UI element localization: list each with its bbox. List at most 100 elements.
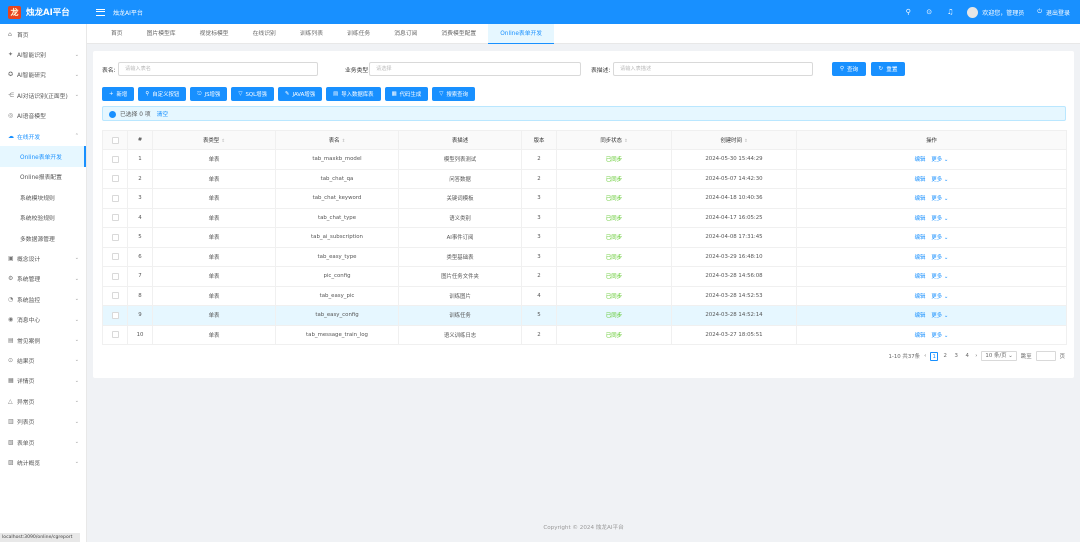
table-row[interactable]: 8 单表 tab_easy_pic 训练图片 4 已同步 2024-03-28 14:52:… — [102, 286, 1067, 306]
toolbar-button[interactable]: ▤ 导入数据库表 — [326, 87, 381, 101]
help-icon[interactable]: ⊙ — [925, 8, 933, 16]
page-size-select[interactable]: 10 条/页 ⌄ — [981, 351, 1017, 361]
sidebar-item[interactable]: ◔ 系统监控 ⌄ — [0, 289, 86, 309]
edit-link[interactable]: 编辑 — [915, 196, 926, 202]
table-name-input[interactable]: 请输入表名 — [118, 62, 318, 76]
sidebar-item[interactable]: ◎ AI语音模型 — [0, 106, 86, 126]
tab-item[interactable]: Online表单开发 — [488, 23, 555, 44]
jump-input[interactable] — [1035, 351, 1056, 361]
sidebar-item[interactable]: △ 异常页 ⌄ — [0, 391, 86, 411]
toolbar-button[interactable]: + 新增 — [102, 87, 135, 101]
column-header[interactable] — [102, 130, 128, 150]
tab-item[interactable]: 训练列表 — [288, 24, 335, 44]
row-checkbox[interactable] — [111, 272, 119, 280]
table-row[interactable]: 10 单表 tab_message_train_log 语义训练日志 2 已同步 2024-… — [102, 325, 1067, 345]
table-row[interactable]: 1 单表 tab_maxkb_model 模型列表测试 2 已同步 2024-05-30 1… — [102, 149, 1067, 170]
table-desc-input[interactable]: 请输入表描述 — [613, 62, 813, 76]
sidebar-item[interactable]: ⚙ 系统管理 ⌄ — [0, 269, 86, 289]
row-checkbox[interactable] — [111, 292, 119, 300]
edit-link[interactable]: 编辑 — [915, 255, 926, 261]
more-dropdown[interactable]: 更多 ⌄ — [931, 196, 948, 202]
toolbar-button[interactable]: ▽ 搜索查询 — [432, 87, 475, 101]
sidebar-item[interactable]: ▤ 常见案例 ⌄ — [0, 330, 86, 350]
sidebar-subitem[interactable]: 多数据源管理 — [0, 228, 86, 248]
logout-button[interactable]: ⏻ 退出登录 — [1037, 8, 1070, 17]
table-row[interactable]: 2 单表 tab_chat_qa 问答数据 2 已同步 2024-05-07 14:42:3… — [102, 169, 1067, 189]
more-dropdown[interactable]: 更多 ⌄ — [931, 333, 948, 339]
sidebar-item[interactable]: ✦ AI智能识别 ⌄ — [0, 44, 86, 64]
table-row[interactable]: 3 单表 tab_chat_keyword 关键词模板 3 已同步 2024-04-18 1… — [102, 188, 1067, 209]
sidebar-subitem[interactable]: 系统校验规则 — [0, 208, 86, 228]
row-checkbox[interactable] — [111, 331, 119, 339]
table-row[interactable]: 7 单表 pic_config 图片任务文件夹 2 已同步 2024-03-28 14:56… — [102, 266, 1067, 287]
sidebar-item[interactable]: ▦ 详情页 ⌄ — [0, 371, 86, 391]
edit-link[interactable]: 编辑 — [915, 216, 926, 222]
sidebar-item[interactable]: ▧ 表单页 ⌄ — [0, 432, 86, 452]
sidebar-item[interactable]: ▥ 列表页 ⌄ — [0, 411, 86, 431]
sidebar-item[interactable]: ☁ 在线开发 ⌃ — [0, 126, 86, 146]
menu-toggle-icon[interactable] — [96, 8, 105, 16]
edit-link[interactable]: 编辑 — [915, 235, 926, 241]
tab-item[interactable]: 在线识别 — [241, 24, 288, 44]
page-number[interactable]: 1 — [930, 351, 939, 361]
edit-link[interactable]: 编辑 — [915, 177, 926, 183]
more-dropdown[interactable]: 更多 ⌄ — [931, 294, 948, 300]
sidebar-item[interactable]: ▨ 统计概览 ⌄ — [0, 452, 86, 472]
row-checkbox[interactable] — [111, 214, 119, 222]
sidebar-item[interactable]: ✪ AI智能研究 ⌄ — [0, 65, 86, 85]
row-checkbox[interactable] — [111, 194, 119, 202]
more-dropdown[interactable]: 更多 ⌄ — [931, 177, 948, 183]
sidebar-item[interactable]: ▣ 概念设计 ⌄ — [0, 248, 86, 268]
edit-link[interactable]: 编辑 — [915, 313, 926, 319]
business-type-select[interactable]: 请选择 — [369, 62, 581, 76]
prev-page-icon[interactable]: ‹ — [924, 353, 926, 359]
sidebar-subitem[interactable]: Online表单开发 — [0, 146, 86, 167]
sort-icon[interactable]: ⇕ — [221, 139, 225, 144]
select-all-checkbox[interactable] — [111, 136, 119, 144]
edit-link[interactable]: 编辑 — [915, 333, 926, 339]
user-menu[interactable]: 欢迎您，管理员 — [967, 6, 1024, 18]
clear-selection-link[interactable]: 清空 — [157, 109, 169, 118]
edit-link[interactable]: 编辑 — [915, 157, 926, 163]
toolbar-button[interactable]: ▽ SQL增强 — [231, 87, 274, 101]
sort-icon[interactable]: ⇕ — [342, 139, 346, 144]
sort-icon[interactable]: ⇕ — [744, 139, 748, 144]
app-logo[interactable]: 龙 烛龙AI平台 — [0, 5, 86, 19]
sidebar-item[interactable]: ⌂ 首页 — [0, 24, 86, 44]
toolbar-button[interactable]: ⚲ 自定义按钮 — [138, 87, 187, 101]
search-icon[interactable]: ⚲ — [904, 8, 912, 16]
sidebar-item[interactable]: ⋲ AI对话识别(正面型) ⌄ — [0, 85, 86, 105]
toolbar-button[interactable]: ✎ JAVA增强 — [277, 87, 323, 101]
more-dropdown[interactable]: 更多 ⌄ — [931, 157, 948, 163]
table-row[interactable]: 5 单表 tab_ai_subscription AI事件订阅 3 已同步 2024-04-… — [102, 227, 1067, 248]
table-row[interactable]: 6 单表 tab_easy_type 类型基础表 3 已同步 2024-03-29 16:4… — [102, 247, 1067, 267]
more-dropdown[interactable]: 更多 ⌄ — [931, 216, 948, 222]
tab-item[interactable]: 消费模型配置 — [429, 24, 488, 44]
page-number[interactable]: 3 — [952, 352, 960, 361]
sidebar-item[interactable]: ◉ 消息中心 ⌄ — [0, 309, 86, 329]
toolbar-button[interactable]: ⎋ JS增强 — [190, 87, 228, 101]
sidebar-item[interactable]: ⊙ 结果页 ⌄ — [0, 350, 86, 370]
tab-item[interactable]: 视觉标模型 — [188, 24, 241, 44]
edit-link[interactable]: 编辑 — [915, 274, 926, 280]
page-number[interactable]: 4 — [963, 352, 971, 361]
page-number[interactable]: 2 — [941, 352, 949, 361]
more-dropdown[interactable]: 更多 ⌄ — [931, 255, 948, 261]
tab-item[interactable]: 首页 — [99, 24, 135, 44]
row-checkbox[interactable] — [111, 175, 119, 183]
row-checkbox[interactable] — [111, 155, 119, 163]
sidebar-subitem[interactable]: 系统模块规则 — [0, 187, 86, 207]
more-dropdown[interactable]: 更多 ⌄ — [931, 235, 948, 241]
edit-link[interactable]: 编辑 — [915, 294, 926, 300]
tab-item[interactable]: 消息订阅 — [382, 24, 429, 44]
more-dropdown[interactable]: 更多 ⌄ — [931, 313, 948, 319]
bell-icon[interactable]: ♫ — [946, 8, 954, 16]
table-row[interactable]: 9 单表 tab_easy_config 训练任务 5 已同步 2024-03-28 14:… — [102, 305, 1067, 326]
reset-button[interactable]: ↻ 重置 — [871, 62, 905, 76]
next-page-icon[interactable]: › — [975, 353, 977, 359]
toolbar-button[interactable]: ▦ 代码生成 — [384, 87, 429, 101]
sidebar-subitem[interactable]: Online报表配置 — [0, 167, 86, 187]
more-dropdown[interactable]: 更多 ⌄ — [931, 274, 948, 280]
table-row[interactable]: 4 单表 tab_chat_type 语义类别 3 已同步 2024-04-17 16:05… — [102, 208, 1067, 228]
query-button[interactable]: ⚲ 查询 — [832, 62, 866, 76]
